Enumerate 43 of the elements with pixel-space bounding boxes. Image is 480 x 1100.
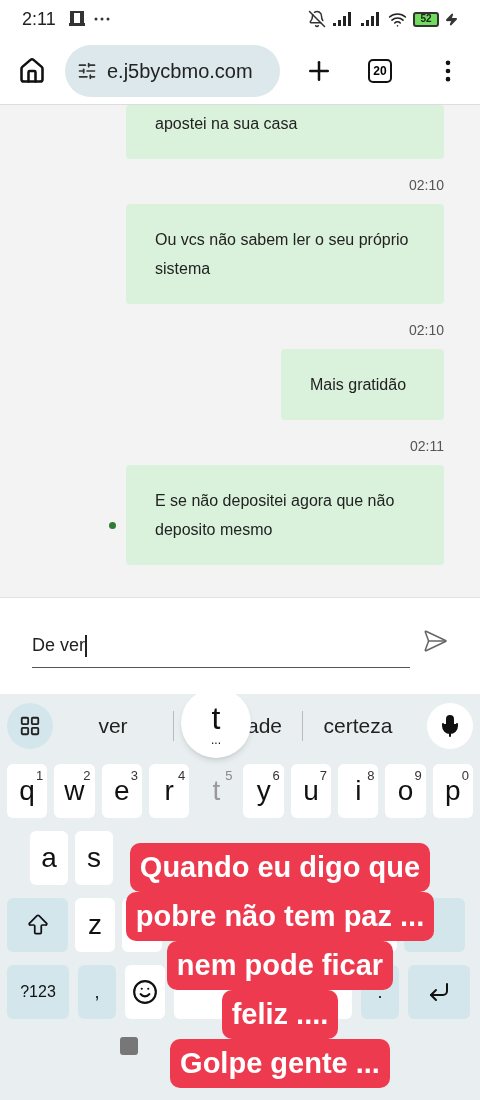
message-bubble: Ou vcs não sabem ler o seu próprio sistema bbox=[126, 204, 444, 304]
caption-toast: Quando eu digo que bbox=[129, 843, 431, 892]
battery-icon: 52 bbox=[413, 11, 439, 27]
caption-toast: pobre não tem paz ... bbox=[125, 892, 435, 941]
symbols-key[interactable]: ?123 bbox=[7, 965, 69, 1019]
message-bubble: Mais gratidão bbox=[281, 349, 444, 420]
emoji-key[interactable] bbox=[125, 965, 165, 1019]
address-bar[interactable]: e.j5bycbmo.com bbox=[65, 45, 280, 97]
url-text: e.j5bycbmo.com bbox=[107, 59, 253, 84]
grid-icon bbox=[19, 715, 41, 737]
more-notifications-icon bbox=[93, 17, 110, 21]
key[interactable]: z bbox=[75, 898, 115, 952]
message-bubble: apostei na sua casa bbox=[126, 105, 444, 159]
message-time: 02:10 bbox=[408, 176, 444, 195]
message-bubble: E se não depositei agora que não deposito mesmo bbox=[126, 465, 444, 565]
enter-key[interactable] bbox=[408, 965, 470, 1019]
send-icon[interactable] bbox=[422, 628, 448, 654]
message-input[interactable]: De ver bbox=[32, 624, 410, 668]
word-suggestion[interactable]: ver bbox=[53, 710, 173, 742]
mute-icon bbox=[308, 10, 326, 28]
message-time: 02:10 bbox=[408, 321, 444, 340]
caption-toast: feliz .... bbox=[221, 990, 339, 1039]
emoji-icon bbox=[132, 979, 158, 1005]
key[interactable]: s bbox=[75, 831, 113, 885]
signal-icon bbox=[332, 12, 354, 26]
message-time: 02:11 bbox=[410, 437, 444, 456]
home-icon[interactable] bbox=[18, 57, 46, 85]
comma-key[interactable]: , bbox=[78, 965, 116, 1019]
charging-icon bbox=[445, 12, 458, 26]
status-time: 2:11 bbox=[22, 7, 56, 31]
enter-icon bbox=[427, 980, 451, 1004]
sim-card-icon bbox=[67, 10, 86, 28]
caption-toast: nem pode ficar bbox=[166, 941, 394, 990]
microphone-button[interactable] bbox=[427, 703, 473, 749]
word-suggestion[interactable]: certeza bbox=[303, 710, 413, 742]
tab-count-button[interactable]: 20 bbox=[368, 59, 392, 83]
key[interactable]: a bbox=[30, 831, 68, 885]
caption-toast: Golpe gente ... bbox=[170, 1039, 390, 1088]
key[interactable]: i 8 bbox=[338, 764, 379, 818]
site-settings-icon[interactable] bbox=[77, 61, 97, 81]
shift-key[interactable] bbox=[7, 898, 68, 952]
signal-icon bbox=[360, 12, 382, 26]
apps-grid-button[interactable] bbox=[7, 703, 53, 749]
